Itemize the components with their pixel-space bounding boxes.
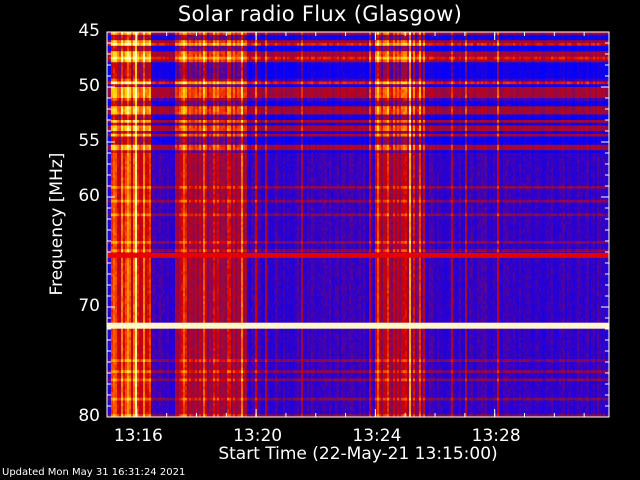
spectrogram: [107, 32, 609, 417]
x-tick-label: 13:20: [233, 426, 282, 446]
interference-band: [107, 253, 609, 258]
y-tick-label: 50: [78, 76, 100, 96]
x-tick-label: 13:16: [114, 426, 163, 446]
y-tick-label: 55: [78, 131, 100, 151]
x-tick-label: 13:28: [472, 426, 521, 446]
y-tick-label: 60: [78, 186, 100, 206]
updated-timestamp: Updated Mon May 31 16:31:24 2021: [2, 467, 185, 478]
y-tick-label: 45: [78, 21, 100, 41]
interference-band: [107, 323, 609, 329]
y-tick-label: 80: [78, 406, 100, 426]
y-tick-label: 70: [78, 296, 100, 316]
chart-container: Solar radio Flux (Glasgow) 45 50 55 60 70 80 …: [0, 0, 640, 480]
x-axis-label: Start Time (22-May-21 13:15:00): [108, 444, 608, 464]
y-axis-label: Frequency [MHz]: [47, 153, 67, 296]
x-tick-label: 13:24: [352, 426, 401, 446]
